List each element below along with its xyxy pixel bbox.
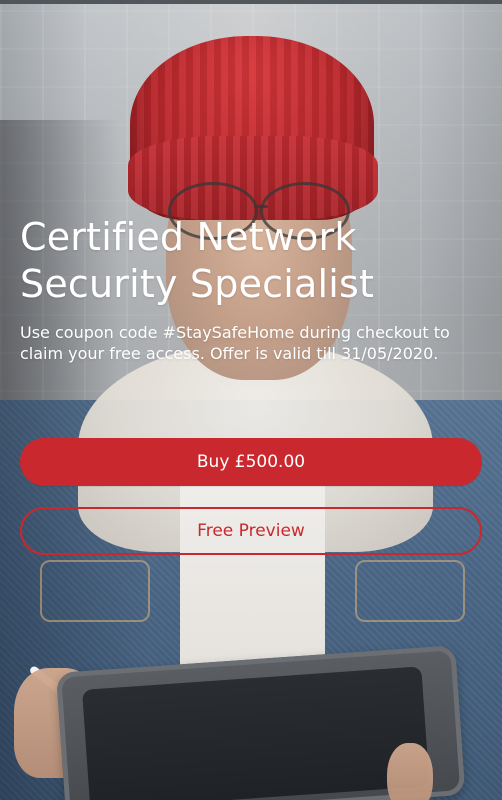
- page-title: Certified Network Security Specialist: [20, 214, 460, 308]
- free-preview-button[interactable]: Free Preview: [20, 507, 482, 555]
- right-hand: [387, 743, 433, 800]
- jacket-pocket-right: [355, 560, 465, 622]
- buy-button[interactable]: Buy £500.00: [20, 438, 482, 486]
- top-status-line: [0, 0, 502, 4]
- hero-content: Certified Network Security Specialist Us…: [20, 214, 482, 364]
- jacket-pocket-left: [40, 560, 150, 622]
- page-title-line-2: Security Specialist: [20, 262, 375, 306]
- promo-description: Use coupon code #StaySafeHome during che…: [20, 323, 450, 363]
- course-screen: Certified Network Security Specialist Us…: [0, 0, 502, 800]
- glasses-bridge: [254, 205, 268, 208]
- tablet-screen: [82, 666, 430, 800]
- page-title-line-1: Certified Network: [20, 215, 357, 259]
